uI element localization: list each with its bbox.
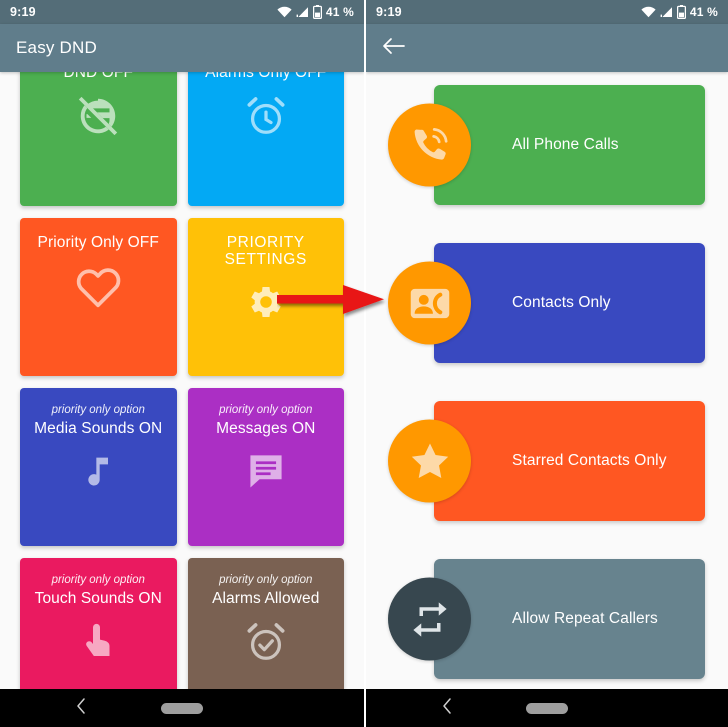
option-card[interactable]: All Phone Calls xyxy=(434,85,705,205)
repeat-icon xyxy=(409,598,451,640)
status-bar-left: 9:19 41 % xyxy=(0,0,364,24)
tile-priority-only-off[interactable]: Priority Only OFF xyxy=(20,218,177,376)
heart-icon xyxy=(73,263,123,313)
option-list: All Phone Calls Contacts Only Starred Co… xyxy=(366,72,728,679)
battery-icon xyxy=(676,5,686,19)
tile-grid: DND OFF Alarms Only OFF Priority Only OF… xyxy=(0,72,364,689)
status-bar-icons: 41 % xyxy=(277,5,354,19)
left-phone-pane: 9:19 41 % Easy DND DND OFF Alarms Only O… xyxy=(0,0,364,727)
option-label: Starred Contacts Only xyxy=(512,452,667,469)
option-scroll-container[interactable]: All Phone Calls Contacts Only Starred Co… xyxy=(366,72,728,689)
tile-sublabel: priority only option xyxy=(219,574,313,586)
tile-media-sounds[interactable]: priority only option Media Sounds ON xyxy=(20,388,177,546)
status-bar-time: 9:19 xyxy=(10,5,36,19)
tile-touch-sounds[interactable]: priority only option Touch Sounds ON xyxy=(20,558,177,689)
status-bar-icons: 41 % xyxy=(641,5,718,19)
tile-label: Messages ON xyxy=(216,419,316,437)
ringing-phone-icon xyxy=(408,123,452,167)
right-phone-pane: 9:19 41 % All Phone Calls Contacts Only … xyxy=(366,0,728,727)
tile-messages[interactable]: priority only option Messages ON xyxy=(187,388,344,546)
tile-priority-settings[interactable]: PRIORITY SETTINGS xyxy=(187,218,344,376)
tile-sublabel: priority only option xyxy=(51,574,145,586)
option-label: Allow Repeat Callers xyxy=(512,610,658,627)
option-badge xyxy=(388,261,471,345)
gear-icon xyxy=(245,281,287,323)
music-note-icon xyxy=(78,449,118,493)
status-bar-time: 9:19 xyxy=(376,5,402,19)
tile-label: Priority Only OFF xyxy=(37,234,159,251)
app-bar-right xyxy=(366,24,728,72)
wifi-icon xyxy=(641,6,656,18)
alarm-clock-icon xyxy=(243,93,289,139)
tile-label: Touch Sounds ON xyxy=(34,589,162,607)
battery-percent-label: 41 % xyxy=(689,5,718,19)
alarm-check-icon xyxy=(243,619,289,665)
nav-home-pill-icon[interactable] xyxy=(161,702,203,714)
app-bar-left: Easy DND xyxy=(0,24,364,72)
tile-sublabel: priority only option xyxy=(219,404,313,416)
tile-label: Media Sounds ON xyxy=(34,419,163,437)
tile-alarms-only-off[interactable]: Alarms Only OFF xyxy=(187,72,344,206)
tile-label: PRIORITY SETTINGS xyxy=(224,234,307,269)
tile-scroll-container[interactable]: DND OFF Alarms Only OFF Priority Only OF… xyxy=(0,72,364,689)
nav-bar-left xyxy=(0,689,364,727)
tile-label: DND OFF xyxy=(63,72,134,81)
option-badge xyxy=(388,103,471,187)
pane-divider xyxy=(364,0,366,727)
tile-sublabel: priority only option xyxy=(51,404,145,416)
option-label: Contacts Only xyxy=(512,294,611,311)
tile-dnd-off[interactable]: DND OFF xyxy=(20,72,177,206)
option-label: All Phone Calls xyxy=(512,136,619,153)
status-bar-right: 9:19 41 % xyxy=(366,0,728,24)
touch-icon xyxy=(78,619,118,663)
wifi-icon xyxy=(277,6,292,18)
option-row-all-phone-calls[interactable]: All Phone Calls xyxy=(366,85,728,205)
star-icon xyxy=(407,438,453,484)
battery-percent-label: 41 % xyxy=(325,5,354,19)
back-arrow-icon[interactable] xyxy=(382,36,406,61)
message-icon xyxy=(244,449,288,493)
nav-bar-right xyxy=(366,689,728,727)
page-title: Easy DND xyxy=(16,38,97,57)
contact-card-icon xyxy=(408,283,452,323)
nav-home-pill-icon[interactable] xyxy=(526,702,568,714)
option-card[interactable]: Allow Repeat Callers xyxy=(434,559,705,679)
option-row-allow-repeat-callers[interactable]: Allow Repeat Callers xyxy=(366,559,728,679)
option-badge xyxy=(388,419,471,503)
nav-back-chevron-icon[interactable] xyxy=(441,697,453,720)
cellular-signal-icon xyxy=(296,6,309,18)
dnd-off-icon xyxy=(75,93,121,139)
option-row-contacts-only[interactable]: Contacts Only xyxy=(366,243,728,363)
cellular-signal-icon xyxy=(660,6,673,18)
tile-label: Alarms Only OFF xyxy=(205,72,327,81)
battery-icon xyxy=(312,5,322,19)
nav-back-chevron-icon[interactable] xyxy=(75,697,87,720)
tile-label: Alarms Allowed xyxy=(212,589,320,607)
option-row-starred-contacts-only[interactable]: Starred Contacts Only xyxy=(366,401,728,521)
tile-alarms-allowed[interactable]: priority only option Alarms Allowed xyxy=(187,558,344,689)
option-badge xyxy=(388,577,471,661)
option-card[interactable]: Starred Contacts Only xyxy=(434,401,705,521)
option-card[interactable]: Contacts Only xyxy=(434,243,705,363)
screenshot-root: 9:19 41 % Easy DND DND OFF Alarms Only O… xyxy=(0,0,728,727)
